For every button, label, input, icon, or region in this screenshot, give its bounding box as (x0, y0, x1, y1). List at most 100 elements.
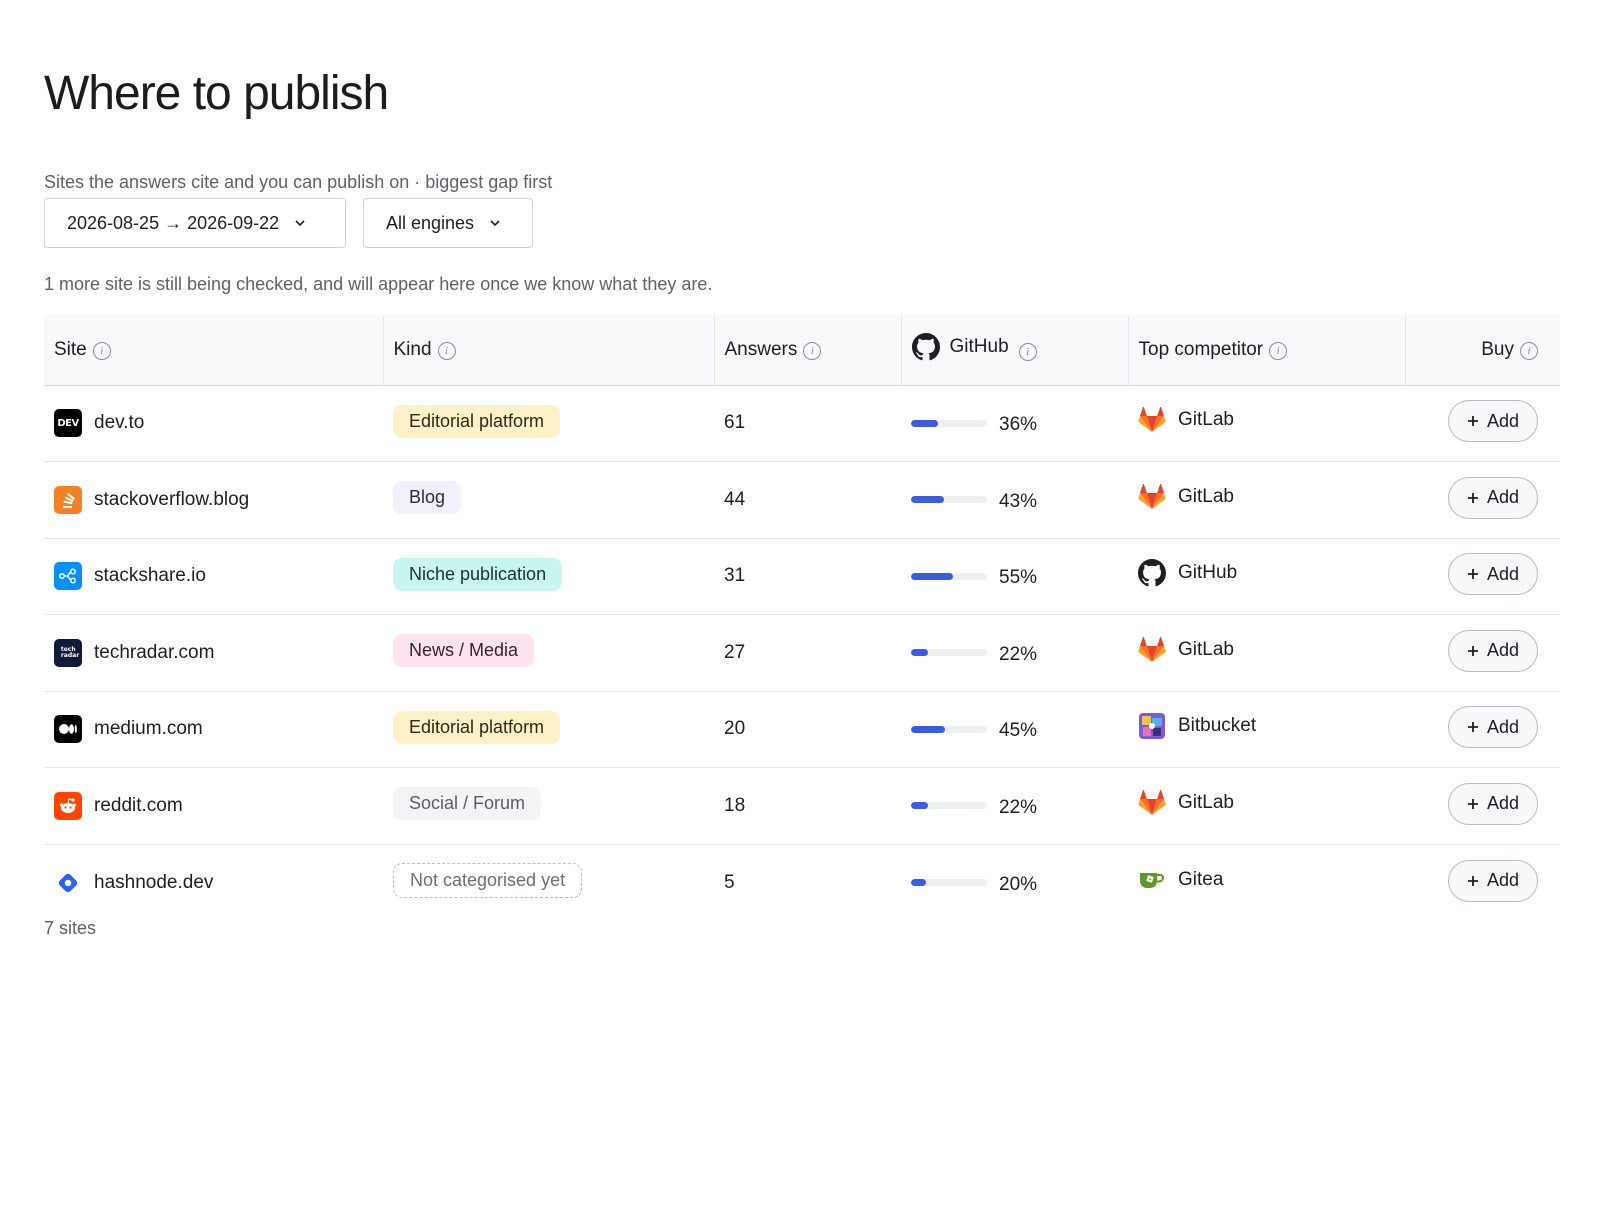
add-label: Add (1486, 870, 1520, 890)
site-name[interactable]: stackoverflow.blog (94, 489, 249, 511)
col-site[interactable]: Site i (44, 315, 383, 386)
plus-icon (1467, 722, 1478, 733)
col-buy[interactable]: Buy i (1404, 315, 1560, 386)
share-bar (911, 572, 987, 580)
col-competitor[interactable]: Top competitor i (1127, 315, 1405, 386)
site-name[interactable]: techradar.com (94, 642, 214, 664)
answers-count: 18 (724, 794, 746, 816)
answers-cell: 31 (714, 538, 901, 615)
table-row: stackshare.io Niche publication 31 55% G… (44, 538, 1560, 615)
competitor-cell: GitLab (1128, 462, 1405, 539)
share-cell: 22% (901, 615, 1128, 692)
table-row: stackoverflow.blog Blog 44 43% GitLab Ad… (44, 462, 1560, 539)
share-value: 22% (999, 643, 1038, 665)
buy-cell: Add (1405, 691, 1560, 768)
answers-cell: 61 (714, 385, 901, 462)
col-answers[interactable]: Answers i (713, 315, 901, 386)
kind-cell: Editorial platform (383, 385, 714, 462)
site-cell: stackshare.io (44, 538, 383, 615)
share-bar (911, 496, 987, 504)
site-cell: tech radar techradar.com (44, 615, 383, 692)
competitor-name: GitLab (1178, 791, 1234, 813)
add-button[interactable]: Add (1448, 706, 1538, 749)
competitor-name: Gitea (1178, 868, 1224, 890)
answers-cell: 27 (714, 615, 901, 692)
share-bar-fill (911, 802, 928, 810)
competitor-cell: Gitea (1128, 844, 1405, 921)
engine-dropdown[interactable]: All engines (363, 198, 533, 248)
share-bar-fill (911, 419, 939, 427)
buy-cell: Add (1405, 615, 1560, 692)
info-icon[interactable]: i (92, 342, 111, 361)
engine-value: All engines (386, 212, 475, 233)
date-range-value: 2026-08-25 → 2026-09-22 (67, 212, 280, 233)
kind-cell: Not categorised yet (383, 844, 714, 921)
kind-badge: Editorial platform (393, 404, 561, 438)
kind-cell: News / Media (383, 615, 714, 692)
share-cell: 22% (901, 768, 1128, 845)
competitor-cell: GitLab (1128, 615, 1405, 692)
plus-icon (1467, 798, 1478, 809)
answers-cell: 44 (714, 462, 901, 539)
gitlab-icon (1138, 406, 1166, 434)
competitor-name: GitLab (1178, 409, 1234, 431)
info-icon[interactable]: i (1269, 342, 1288, 361)
info-icon[interactable]: i (803, 342, 822, 361)
site-name[interactable]: reddit.com (94, 795, 183, 817)
share-bar (911, 725, 987, 733)
buy-cell: Add (1405, 768, 1560, 845)
table-row: medium.com Editorial platform 20 45% Bit… (44, 691, 1560, 768)
pending-notice: 1 more site is still being checked, and … (44, 274, 713, 294)
answers-count: 61 (724, 412, 746, 434)
competitor-cell: Bitbucket (1128, 691, 1405, 768)
col-brand[interactable]: GitHub i (900, 315, 1128, 386)
plus-icon (1467, 569, 1478, 580)
add-button[interactable]: Add (1448, 859, 1538, 902)
answers-count: 5 (724, 871, 735, 893)
chevron-down-icon (295, 220, 305, 227)
info-icon[interactable]: i (1018, 342, 1037, 361)
buy-cell: Add (1405, 538, 1560, 615)
share-value: 22% (999, 796, 1038, 818)
hashnode-icon (54, 869, 82, 897)
answers-count: 20 (724, 718, 746, 740)
add-label: Add (1486, 640, 1520, 661)
answers-cell: 18 (714, 768, 901, 845)
site-name[interactable]: dev.to (94, 412, 144, 434)
answers-count: 44 (724, 488, 746, 510)
add-button[interactable]: Add (1448, 629, 1538, 672)
share-cell: 55% (901, 538, 1128, 615)
competitor-cell: GitLab (1128, 385, 1405, 462)
kind-badge: Blog (393, 481, 462, 515)
buy-cell: Add (1405, 844, 1560, 921)
add-button[interactable]: Add (1448, 400, 1538, 443)
row-count: 7 sites (44, 918, 97, 938)
plus-icon (1467, 645, 1478, 656)
add-button[interactable]: Add (1448, 782, 1538, 825)
answers-cell: 5 (714, 844, 901, 921)
info-icon[interactable]: i (1520, 342, 1538, 361)
site-cell: hashnode.dev (44, 844, 383, 921)
table-header: Site i Kind i Answers i GitHub i Top competi… (44, 315, 1560, 386)
gitlab-icon (1138, 636, 1166, 664)
add-button[interactable]: Add (1448, 476, 1538, 519)
competitor-name: Bitbucket (1178, 715, 1257, 737)
site-name[interactable]: medium.com (94, 718, 203, 740)
kind-cell: Social / Forum (383, 768, 714, 845)
info-icon[interactable]: i (437, 342, 456, 361)
gitea-icon (1138, 866, 1166, 894)
stackoverflow-icon (54, 485, 82, 514)
reddit-icon (54, 791, 82, 820)
page-subtitle: Sites the answers cite and you can publi… (44, 172, 553, 192)
competitor-name: GitLab (1178, 638, 1234, 660)
col-kind[interactable]: Kind i (382, 315, 714, 386)
site-cell: stackoverflow.blog (44, 462, 383, 539)
site-name[interactable]: hashnode.dev (94, 872, 213, 894)
share-bar-fill (911, 572, 953, 580)
page-title: Where to publish (44, 67, 389, 120)
date-range-dropdown[interactable]: 2026-08-25 → 2026-09-22 (44, 198, 346, 248)
site-name[interactable]: stackshare.io (94, 565, 206, 587)
add-button[interactable]: Add (1448, 553, 1538, 596)
gitlab-icon (1138, 483, 1166, 511)
github-icon (1138, 559, 1166, 587)
